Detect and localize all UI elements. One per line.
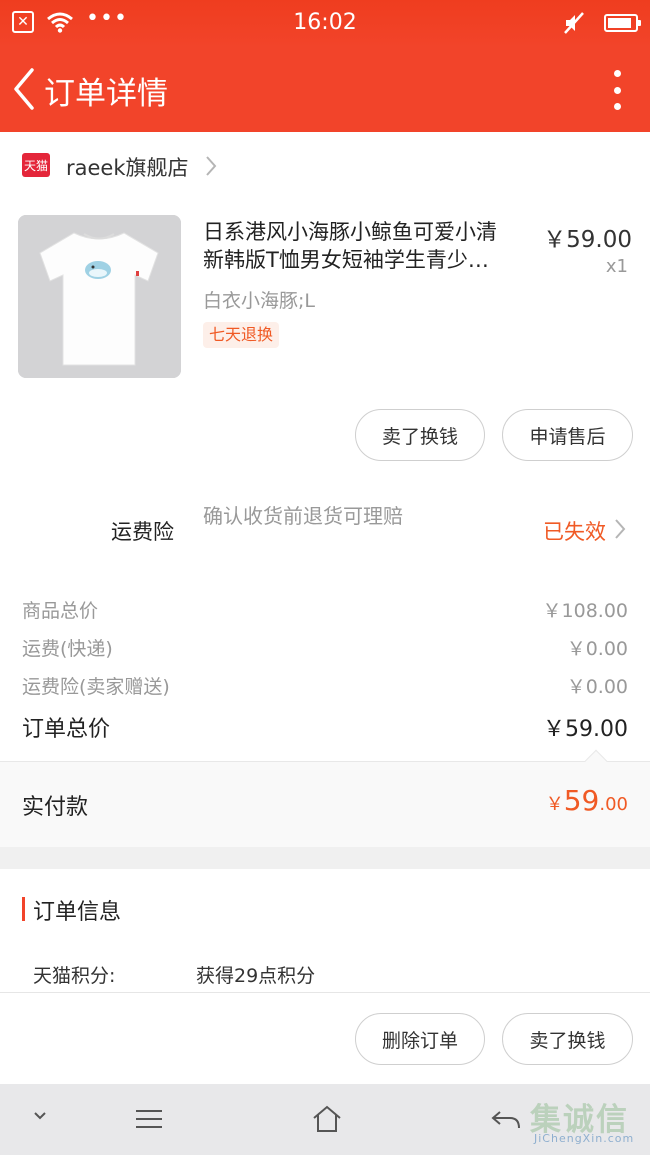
points-key: 天猫积分: — [33, 965, 116, 987]
page-title: 订单详情 — [44, 76, 168, 112]
nav-home-icon[interactable] — [311, 1104, 343, 1134]
status-bar: ✕ ••• 16:02 — [0, 0, 650, 48]
battery-icon — [604, 14, 641, 32]
insurance-fee-value: ￥0.00 — [566, 676, 628, 698]
sell-for-cash-bottom-button[interactable]: 卖了换钱 — [502, 1013, 633, 1065]
order-info-title: 订单信息 — [33, 900, 122, 925]
order-total-value: ￥59.00 — [543, 717, 628, 742]
watermark-sub: JiChengXin.com — [534, 1132, 635, 1145]
actual-payment-value: ￥59.00 — [546, 784, 628, 817]
insurance-description: 确认收货前退货可理赔 — [203, 504, 403, 528]
section-divider — [0, 847, 650, 869]
currency-symbol: ￥ — [545, 794, 564, 815]
subtotal-value: ￥108.00 — [542, 600, 628, 622]
caret-pointer — [584, 749, 608, 773]
product-image[interactable] — [18, 215, 181, 378]
order-total-label: 订单总价 — [22, 717, 111, 742]
sell-for-cash-button[interactable]: 卖了换钱 — [355, 409, 485, 461]
actual-payment-box: 实付款 ￥59.00 — [0, 749, 650, 847]
shipping-label: 运费(快递) — [22, 638, 113, 660]
mute-icon — [564, 12, 584, 34]
shipping-value: ￥0.00 — [566, 638, 628, 660]
actual-payment-label: 实付款 — [22, 795, 89, 820]
back-button[interactable] — [10, 64, 40, 114]
tshirt-image — [18, 215, 181, 378]
section-accent-bar — [22, 897, 25, 921]
watermark-logo: 集诚信 JiChengXin.com — [528, 1092, 644, 1150]
status-time: 16:02 — [293, 10, 357, 35]
product-quantity: x1 — [605, 256, 628, 277]
product-title-line1: 日系港风小海豚小鲸鱼可爱小清 — [203, 220, 497, 244]
title-bar: 订单详情 — [0, 48, 650, 132]
shop-name[interactable]: raeek旗舰店 — [66, 152, 189, 182]
more-vertical-icon[interactable] — [612, 70, 622, 110]
subtotal-label: 商品总价 — [22, 600, 99, 622]
return-policy-tag: 七天退换 — [203, 322, 280, 348]
tmall-logo-icon: 天猫 — [22, 153, 50, 177]
insurance-fee-label: 运费险(卖家赠送) — [22, 676, 170, 698]
back-arrow-icon — [14, 68, 34, 110]
nav-menu-icon[interactable] — [134, 1108, 164, 1130]
product-title[interactable]: 日系港风小海豚小鲸鱼可爱小清 新韩版T恤男女短袖学生青少… — [203, 218, 533, 274]
payment-decimal: .00 — [599, 794, 628, 815]
chevron-right-icon[interactable] — [614, 518, 626, 540]
chevron-right-icon — [206, 156, 217, 176]
product-sku: 白衣小海豚;L — [203, 290, 315, 312]
system-nav-bar: 集诚信 JiChengXin.com — [0, 1084, 650, 1155]
product-price: ￥59.00 — [543, 227, 632, 253]
shop-row[interactable]: 天猫 raeek旗舰店 — [0, 132, 650, 200]
delete-order-button[interactable]: 删除订单 — [355, 1013, 485, 1065]
product-title-line2: 新韩版T恤男女短袖学生青少… — [203, 248, 489, 272]
insurance-label: 运费险 — [111, 520, 174, 544]
after-sale-button[interactable]: 申请售后 — [502, 409, 633, 461]
status-right-icons — [562, 11, 641, 35]
nav-back-icon[interactable] — [490, 1108, 522, 1132]
payment-integer: 59 — [563, 784, 600, 817]
nav-down-icon[interactable] — [32, 1110, 48, 1122]
points-value: 获得29点积分 — [196, 965, 316, 987]
insurance-status[interactable]: 已失效 — [543, 516, 606, 546]
bottom-action-bar: 删除订单 卖了换钱 — [0, 992, 650, 1084]
